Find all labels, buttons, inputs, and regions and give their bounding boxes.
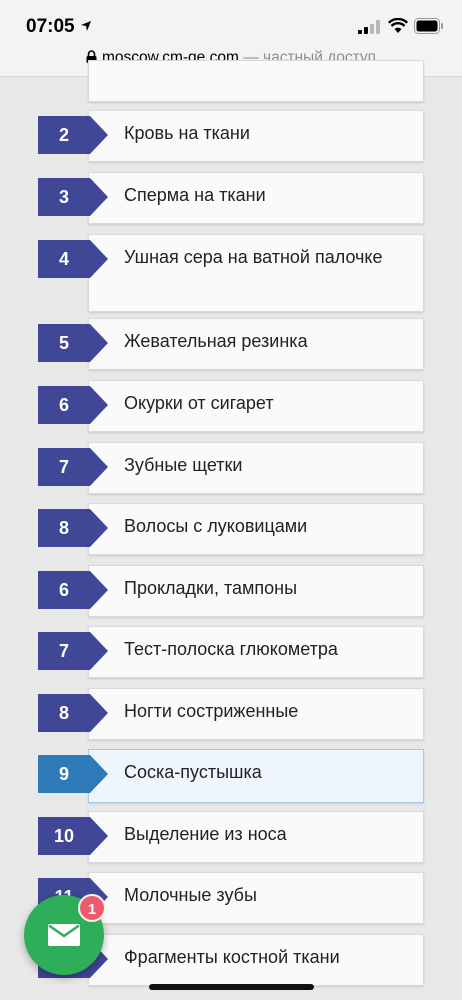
number-badge: 4 [38,240,108,278]
list-item[interactable]: Ушная сера на ватной палочке [88,234,424,312]
unread-count-badge: 1 [78,894,106,922]
list-item[interactable]: Кровь на ткани [88,110,424,162]
list-item-label: Ушная сера на ватной палочке [124,247,383,267]
number-badge: 8 [38,694,108,732]
list-item-label: Волосы с луковицами [124,516,308,536]
badge-number: 7 [58,457,69,477]
number-badge: 2 [38,116,108,154]
list-item-label: Соска-пустышка [124,762,262,782]
list-item[interactable]: Тест-полоска глюкометра [88,626,424,678]
list-item-label: Зубные щетки [124,455,243,475]
list-row-partial [88,60,424,102]
list-item[interactable]: Жевательная резинка [88,318,424,370]
badge-number: 2 [58,125,69,145]
list-item-label: Фрагменты костной ткани [124,947,340,967]
home-indicator [149,984,314,990]
signal-icon [358,20,380,34]
battery-icon [414,18,443,34]
number-badge: 7 [38,632,108,670]
badge-number: 5 [58,333,69,353]
list-item-label: Кровь на ткани [124,123,250,143]
badge-number: 6 [58,580,69,600]
list-item[interactable]: Волосы с луковицами [88,503,424,555]
badge-number: 8 [58,518,69,538]
status-time: 07:05 [26,16,75,37]
number-badge: 3 [38,178,108,216]
location-arrow-icon [81,21,91,31]
number-badge: 9 [38,755,108,793]
list-item-label: Молочные зубы [124,885,257,905]
list-item[interactable]: Ногти состриженные [88,688,424,740]
badge-number: 3 [58,187,69,207]
badge-number: 8 [58,703,69,723]
list-item[interactable]: Молочные зубы [88,872,424,924]
list-item[interactable]: Прокладки, тампоны [88,565,424,617]
list-item-label: Ногти состриженные [124,701,299,721]
number-badge: 7 [38,448,108,486]
status-bar: 07:05 [0,0,462,46]
list-item-label: Прокладки, тампоны [124,578,298,598]
number-badge: 10 [38,817,108,855]
number-badge: 6 [38,386,108,424]
list-item-label: Выделение из носа [124,824,287,844]
list-item[interactable]: Соска-пустышка [88,749,424,803]
list-item-label: Сперма на ткани [124,185,266,205]
badge-number: 7 [58,641,69,661]
list-item[interactable]: Выделение из носа [88,811,424,863]
list-item-label: Окурки от сигарет [124,393,274,413]
badge-number: 6 [58,395,69,415]
wifi-icon [388,18,408,33]
list-item-label: Жевательная резинка [124,331,308,351]
list-item[interactable]: Зубные щетки [88,442,424,494]
list-item[interactable]: Сперма на ткани [88,172,424,224]
badge-number: 10 [53,826,75,846]
list-item-label: Тест-полоска глюкометра [124,639,338,659]
envelope-icon [48,924,80,946]
number-badge: 6 [38,571,108,609]
number-badge: 5 [38,324,108,362]
badge-number: 4 [58,249,69,269]
badge-number: 9 [58,764,69,784]
number-badge: 8 [38,509,108,547]
list-item[interactable]: Окурки от сигарет [88,380,424,432]
list-item[interactable]: Фрагменты костной ткани [88,934,424,986]
